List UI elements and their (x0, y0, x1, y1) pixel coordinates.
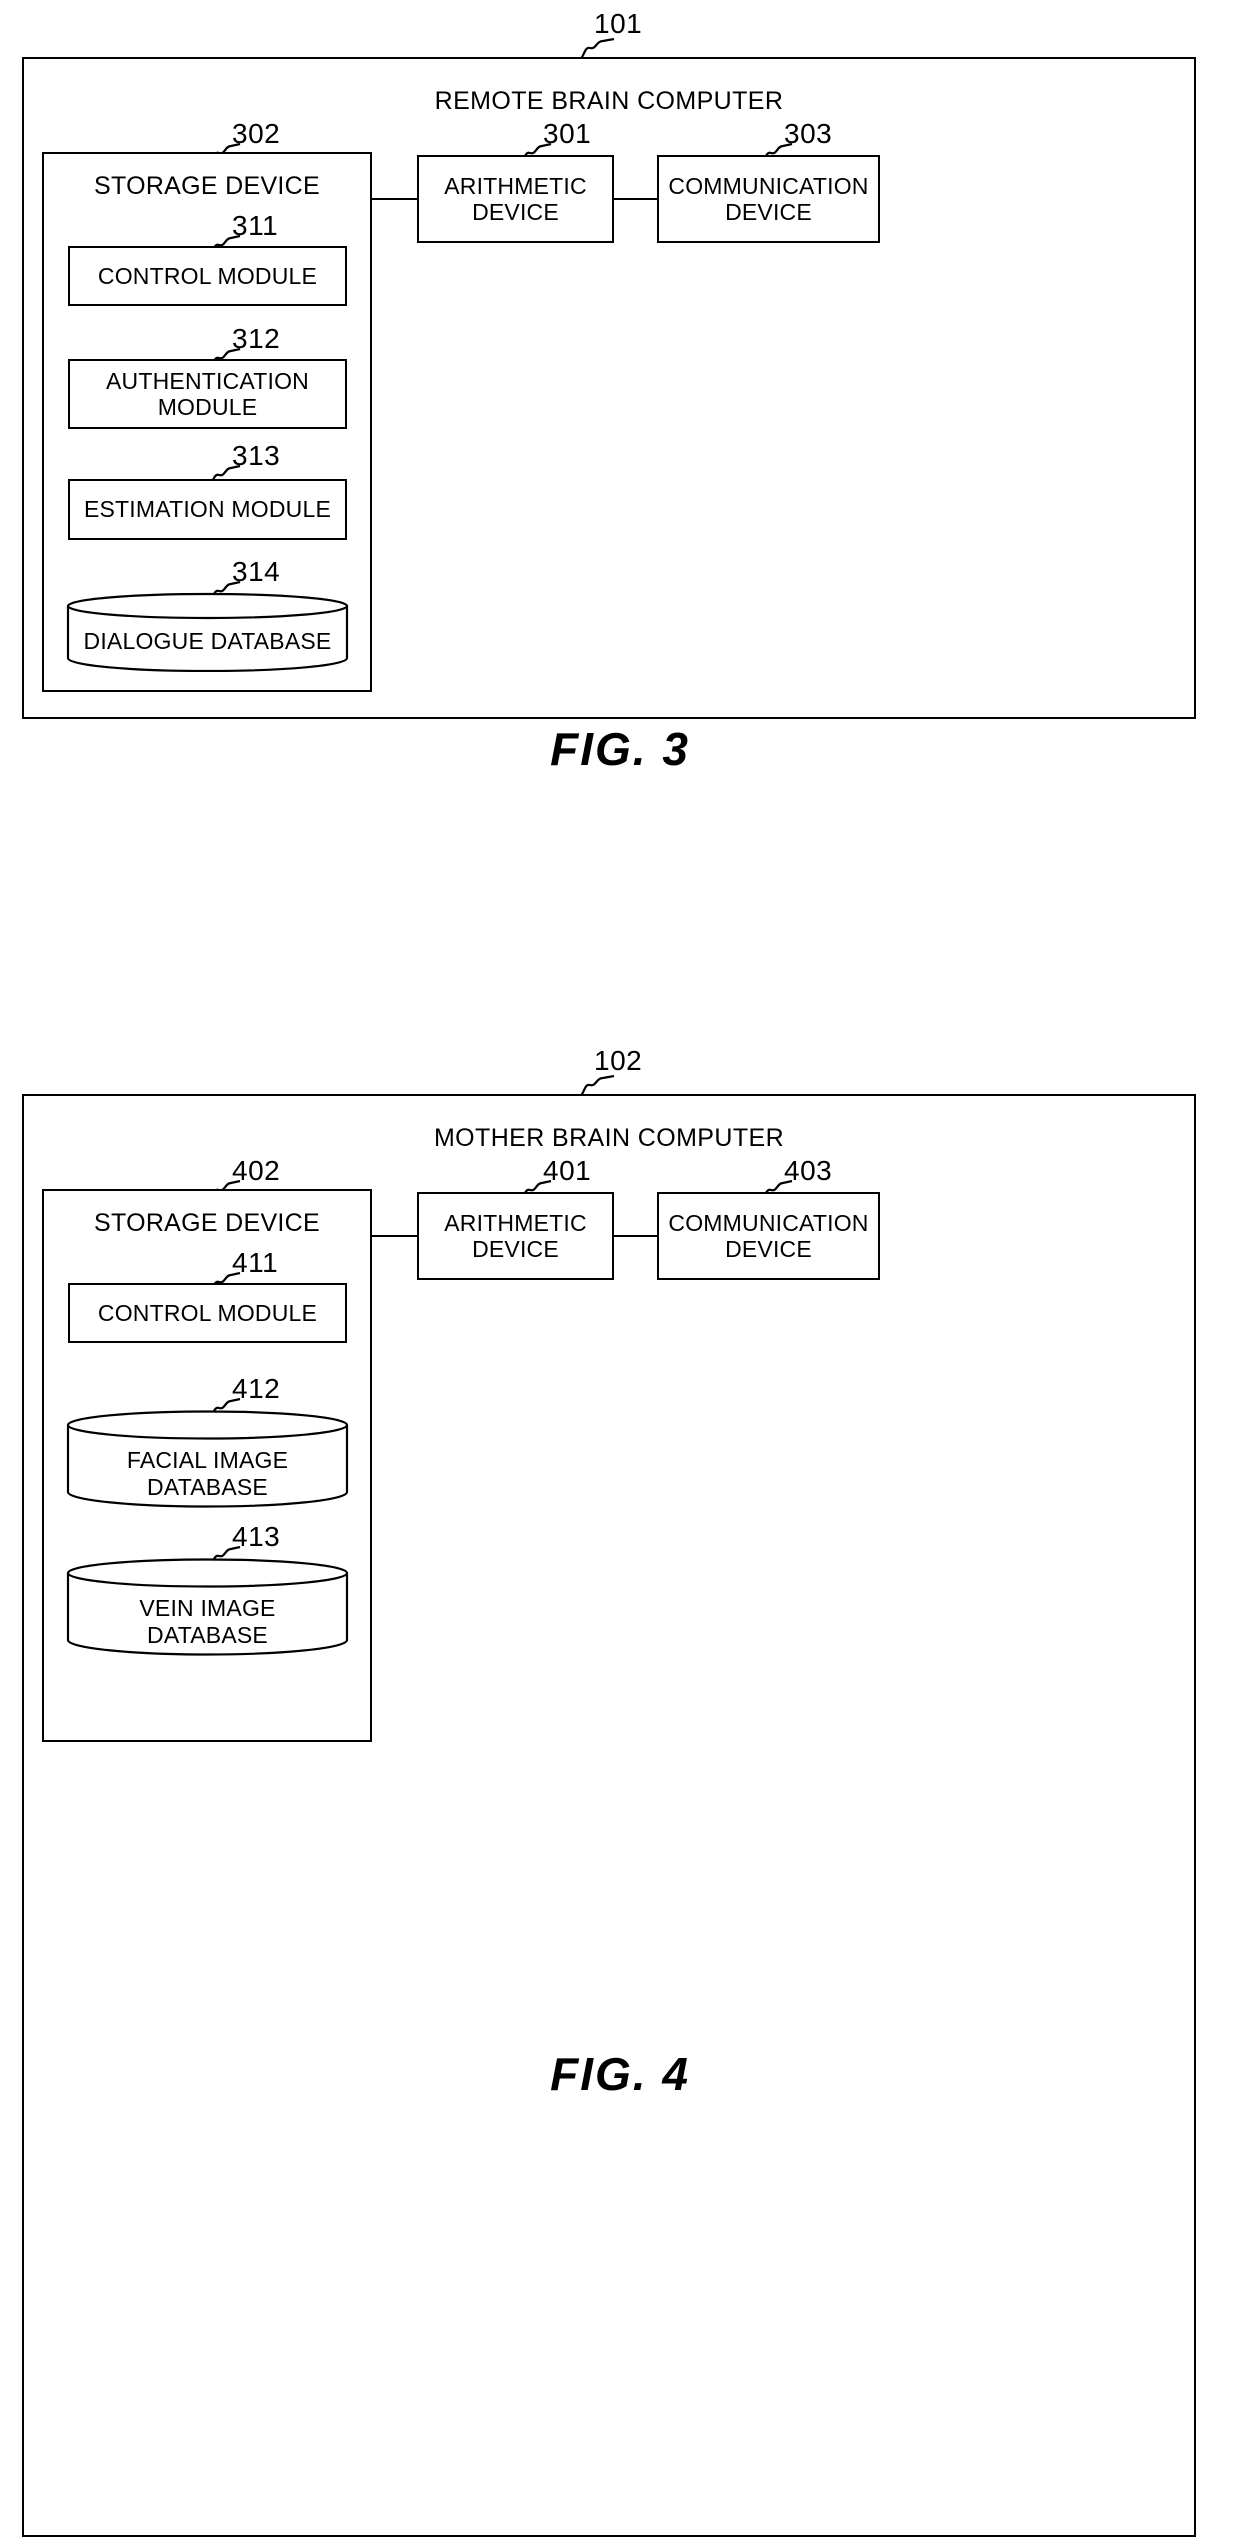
facial-image-database-label: FACIAL IMAGE DATABASE (66, 1447, 349, 1501)
ref-number: 314 (232, 556, 281, 587)
ref-number: 301 (543, 118, 592, 149)
ref-number: 102 (594, 1045, 643, 1076)
dialogue-database-label: DIALOGUE DATABASE (83, 628, 332, 654)
ref-callout-module-311: 311 (232, 212, 278, 240)
ref-number: 413 (232, 1521, 281, 1552)
authentication-module-block: AUTHENTICATION MODULE (68, 359, 347, 429)
ref-callout-communication-403: 403 (784, 1157, 832, 1185)
ref-callout-module-411: 411 (232, 1249, 278, 1277)
ref-callout-module-313: 313 (232, 442, 280, 470)
ref-callout-system-101: 101 (594, 10, 642, 38)
control-module-block: CONTROL MODULE (68, 246, 347, 306)
facial-image-database-label-line1: FACIAL IMAGE (126, 1447, 289, 1473)
storage-device-label: STORAGE DEVICE (93, 1209, 320, 1237)
authentication-module-label-line1: AUTHENTICATION (106, 367, 309, 394)
ref-number: 312 (232, 323, 281, 354)
ref-callout-storage-302: 302 (232, 120, 280, 148)
authentication-module-label-line2: MODULE (157, 394, 258, 420)
ref-callout-module-312: 312 (232, 325, 280, 353)
ref-callout-database-314: 314 (232, 558, 280, 586)
control-module-label: CONTROL MODULE (97, 262, 318, 289)
ref-number: 101 (594, 8, 643, 39)
connector-arithmetic-communication (613, 198, 658, 200)
arithmetic-device-block: ARITHMETIC DEVICE (417, 155, 614, 243)
vein-image-database-label-line1: VEIN IMAGE (139, 1595, 276, 1621)
arithmetic-device-label-line2: DEVICE (472, 199, 559, 225)
ref-number: 411 (232, 1247, 279, 1278)
communication-device-label-line2: DEVICE (725, 1236, 812, 1262)
ref-callout-arithmetic-301: 301 (543, 120, 591, 148)
communication-device-block: COMMUNICATION DEVICE (657, 1192, 880, 1280)
ref-callout-storage-402: 402 (232, 1157, 280, 1185)
facial-image-database-label-line2: DATABASE (147, 1474, 268, 1501)
ref-callout-communication-303: 303 (784, 120, 832, 148)
control-module-block: CONTROL MODULE (68, 1283, 347, 1343)
figure-caption: FIG. 4 (550, 2048, 690, 2100)
communication-device-label-line1: COMMUNICATION (668, 172, 869, 199)
vein-image-database-label-line2: DATABASE (147, 1622, 268, 1649)
arithmetic-device-label-line2: DEVICE (472, 1236, 559, 1262)
storage-device-label: STORAGE DEVICE (93, 172, 320, 200)
figure-caption: FIG. 3 (550, 723, 690, 775)
ref-number: 303 (784, 118, 833, 149)
figure-3: 101 REMOTE BRAIN COMPUTER 302 301 303 ST… (0, 0, 1240, 1050)
arithmetic-device-label-line1: ARITHMETIC (444, 1209, 587, 1236)
communication-device-label-line2: DEVICE (725, 199, 812, 225)
ref-number: 402 (232, 1155, 281, 1186)
connector-storage-arithmetic (372, 1235, 418, 1237)
ref-number: 403 (784, 1155, 833, 1186)
ref-callout-system-102: 102 (594, 1047, 642, 1075)
ref-callout-database-413: 413 (232, 1523, 280, 1551)
estimation-module-block: ESTIMATION MODULE (68, 479, 347, 540)
arithmetic-device-label-line1: ARITHMETIC (444, 172, 587, 199)
dialogue-database-cylinder: DIALOGUE DATABASE (66, 592, 349, 672)
ref-number: 401 (543, 1155, 592, 1186)
vein-image-database-cylinder: VEIN IMAGE DATABASE (66, 1557, 349, 1657)
communication-device-label-line1: COMMUNICATION (668, 1209, 869, 1236)
ref-number: 311 (232, 210, 279, 241)
system-title: MOTHER BRAIN COMPUTER (433, 1124, 785, 1152)
vein-image-database-label: VEIN IMAGE DATABASE (66, 1595, 349, 1649)
ref-callout-arithmetic-401: 401 (543, 1157, 591, 1185)
facial-image-database-cylinder: FACIAL IMAGE DATABASE (66, 1409, 349, 1509)
ref-number: 412 (232, 1373, 281, 1404)
ref-callout-database-412: 412 (232, 1375, 280, 1403)
arithmetic-device-block: ARITHMETIC DEVICE (417, 1192, 614, 1280)
system-title: REMOTE BRAIN COMPUTER (434, 87, 784, 115)
communication-device-block: COMMUNICATION DEVICE (657, 155, 880, 243)
control-module-label: CONTROL MODULE (97, 1299, 318, 1326)
connector-storage-arithmetic (372, 198, 418, 200)
ref-number: 302 (232, 118, 281, 149)
connector-arithmetic-communication (613, 1235, 658, 1237)
ref-number: 313 (232, 440, 281, 471)
figure-4: 102 MOTHER BRAIN COMPUTER 402 401 403 ST… (0, 1047, 1240, 2537)
estimation-module-label: ESTIMATION MODULE (83, 496, 332, 523)
